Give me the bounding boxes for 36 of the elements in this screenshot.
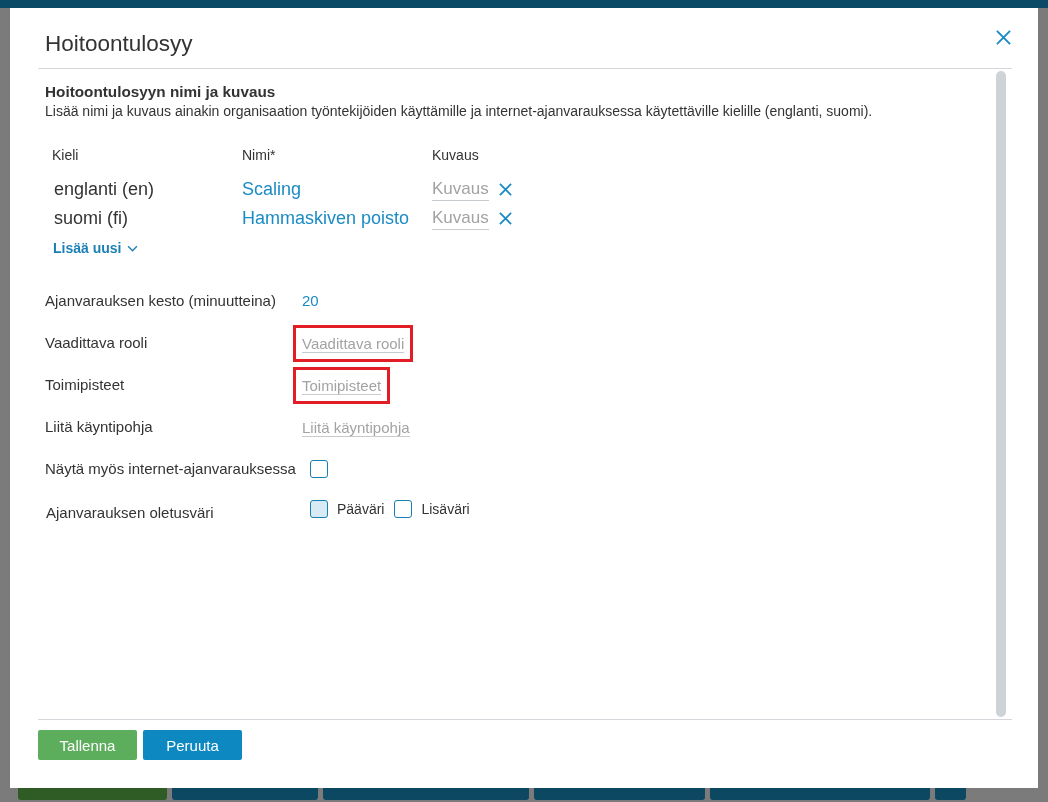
input-field[interactable]: Toimipisteet (302, 376, 382, 395)
form-label: Toimipisteet (45, 376, 126, 394)
name-field[interactable]: Scaling (242, 175, 302, 204)
checkbox[interactable] (310, 460, 328, 478)
column-header: Nimi* (242, 146, 276, 164)
input-field[interactable]: Liitä käyntipohja (302, 418, 410, 437)
form-label: Liitä käyntipohja (45, 418, 154, 436)
option-label: Lisäväri (421, 500, 470, 518)
remove-icon[interactable] (498, 183, 512, 196)
color-swatch[interactable] (310, 500, 328, 518)
section-description: Lisää nimi ja kuvaus ainakin organisaation työntekijöiden käyttämille ja internet-ajanvarauksessa käytettäville kielille (englanti, suomi). (45, 102, 874, 120)
description-field[interactable]: Kuvaus (432, 207, 489, 230)
form-label: Vaadittava rooli (45, 334, 149, 352)
description-field[interactable]: Kuvaus (432, 178, 489, 201)
input-field[interactable]: Vaadittava rooli (302, 334, 405, 353)
name-field[interactable]: Hammaskiven poisto (242, 204, 410, 233)
column-header: Kieli (52, 146, 79, 164)
color-swatch[interactable] (394, 500, 413, 518)
column-header: Kuvaus (432, 146, 479, 164)
form-label: Ajanvarauksen oletusväri (45, 504, 215, 522)
form-label: Ajanvarauksen kesto (minuutteina) (45, 292, 277, 310)
chevron-down-icon (127, 244, 139, 252)
option-label: Pääväri (337, 500, 385, 518)
background-bar (935, 788, 966, 800)
section-title: Hoitoontulosyyn nimi ja kuvaus (45, 82, 277, 102)
form-label: Näytä myös internet-ajanvarauksessa (45, 460, 297, 478)
language-name: suomi (fi) (53, 207, 128, 230)
close-icon[interactable] (996, 29, 1011, 45)
duration-field[interactable]: 20 (302, 292, 319, 310)
save-button[interactable]: Tallenna (38, 730, 137, 760)
cancel-button[interactable]: Peruuta (143, 730, 242, 760)
language-name: englanti (en) (53, 178, 155, 201)
dialog-title: Hoitoontulosyy (44, 31, 193, 57)
remove-icon[interactable] (498, 212, 512, 225)
add-language-link[interactable]: Lisää uusi (53, 239, 139, 257)
scrollbar[interactable] (996, 71, 1006, 717)
